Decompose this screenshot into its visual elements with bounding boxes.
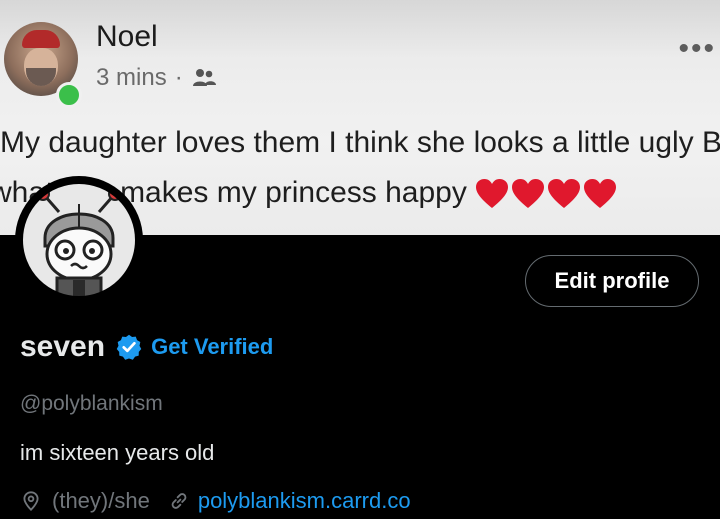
heart-icon [583,179,616,209]
edit-profile-button[interactable]: Edit profile [525,255,699,307]
profile-location: (they)/she [52,488,150,513]
heart-icon [475,179,508,209]
more-dots-icon: ••• [678,32,716,65]
profile-handle: @polyblankism [20,392,163,415]
name-row: seven Get Verified [20,330,273,364]
heart-emojis [475,178,617,210]
profile-bio: im sixteen years old [20,440,215,465]
verified-badge-icon[interactable] [115,333,143,361]
location-pin-icon [23,491,39,511]
profile-meta-row: (they)/she polyblankism.carrd.co [20,488,411,514]
heart-icon [547,179,580,209]
cartoon-robot-avatar-icon [16,177,142,303]
online-status-dot [56,82,82,108]
display-name: seven [20,330,106,363]
post-author-name: Noel [96,20,158,53]
post-time: 3 mins [96,64,167,91]
profile-avatar[interactable] [15,176,143,304]
link-icon [171,493,187,509]
post-meta: 3 mins · [96,64,217,92]
get-verified-link[interactable]: Get Verified [151,334,273,360]
friends-icon [192,69,216,86]
profile-page: Noel 3 mins · ••• My daughter loves them… [0,0,720,519]
heart-icon [511,179,544,209]
post-text-line1: My daughter loves them I think she looks… [0,126,720,159]
profile-website-link[interactable]: polyblankism.carrd.co [198,488,411,514]
meta-separator: · [174,64,183,91]
